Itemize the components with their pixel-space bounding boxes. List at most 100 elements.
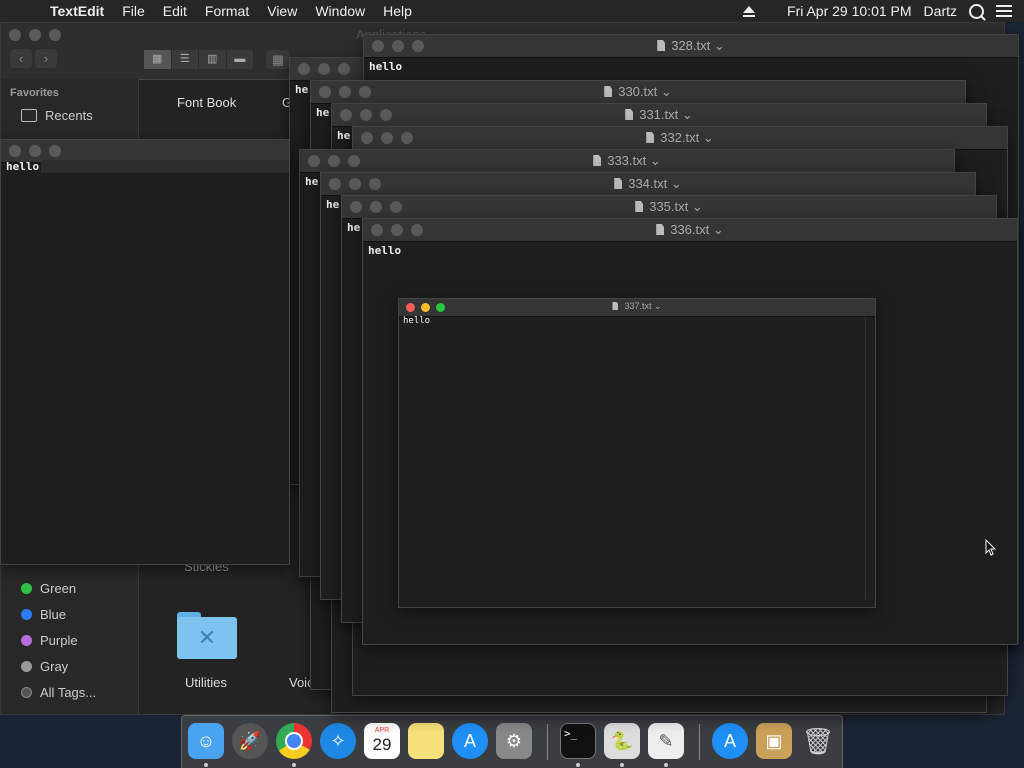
archive-utility-icon[interactable]: ▣ <box>756 723 792 759</box>
document-text[interactable]: he <box>316 106 329 119</box>
safari-icon[interactable]: ✧ <box>320 723 356 759</box>
window-title[interactable]: 337.txt ⌄ <box>399 301 875 312</box>
gallery-view-icon[interactable]: ▬ <box>227 50 254 69</box>
notes-icon[interactable] <box>408 723 444 759</box>
sidebar-all-tags[interactable]: All Tags... <box>21 685 96 700</box>
document-text[interactable]: he <box>305 175 318 188</box>
minimize-button[interactable] <box>29 145 41 157</box>
document-icon <box>614 178 623 189</box>
launchpad-icon[interactable]: 🚀 <box>232 723 268 759</box>
tag-dot-icon <box>21 609 32 620</box>
calendar-day: 29 <box>372 735 392 754</box>
running-indicator <box>664 763 668 767</box>
favorites-header: Favorites <box>10 87 59 99</box>
mouse-cursor-icon <box>985 539 997 556</box>
document-text[interactable]: hello <box>403 316 430 326</box>
view-switcher[interactable]: ▦ ☰ ▥ ▬ <box>144 50 254 69</box>
menu-user[interactable]: Dartz <box>924 3 957 19</box>
utilities-folder-icon[interactable]: ✕ <box>177 612 237 660</box>
document-text[interactable]: he <box>337 129 350 142</box>
chrome-icon[interactable] <box>276 723 312 759</box>
document-icon <box>604 86 613 97</box>
app-store-downloads-icon[interactable]: A <box>712 723 748 759</box>
sidebar-tag-gray[interactable]: Gray <box>21 659 68 674</box>
menu-window[interactable]: Window <box>315 3 365 19</box>
window-title[interactable]: 333.txt ⌄ <box>300 153 954 169</box>
window-title[interactable]: 328.txt ⌄ <box>364 38 1018 54</box>
window-title[interactable]: 334.txt ⌄ <box>321 176 975 192</box>
menu-file[interactable]: File <box>122 3 145 19</box>
dock-separator <box>547 724 548 760</box>
scrollbar[interactable] <box>865 317 866 599</box>
system-preferences-icon[interactable]: ⚙ <box>496 723 532 759</box>
sidebar-item-label: Blue <box>40 607 67 622</box>
dock-separator <box>699 724 700 760</box>
sidebar-item-label: Purple <box>40 633 78 648</box>
zoom-button[interactable] <box>49 145 61 157</box>
zoom-button[interactable] <box>49 29 61 41</box>
python-icon[interactable]: 🐍 <box>604 723 640 759</box>
menu-help[interactable]: Help <box>383 3 412 19</box>
close-button[interactable] <box>9 29 21 41</box>
document-text[interactable]: hello <box>369 60 402 73</box>
trash-icon[interactable]: 🗑 <box>800 723 836 759</box>
spotlight-search-icon[interactable] <box>969 3 984 19</box>
document-text[interactable]: he <box>295 83 308 96</box>
menu-app-name[interactable]: TextEdit <box>50 3 104 19</box>
document-icon <box>635 201 644 212</box>
document-text[interactable]: hello <box>6 160 39 173</box>
notification-center-icon[interactable] <box>996 5 1012 17</box>
column-view-icon[interactable]: ▥ <box>199 50 227 69</box>
document-icon <box>656 224 665 235</box>
close-button[interactable] <box>9 145 21 157</box>
textedit-window-left[interactable]: hello <box>0 139 290 565</box>
minimize-button[interactable] <box>29 29 41 41</box>
calendar-icon[interactable]: APR 29 <box>364 723 400 759</box>
calendar-month: APR <box>374 727 390 734</box>
forward-button[interactable]: › <box>35 49 57 68</box>
running-indicator <box>576 763 580 767</box>
running-indicator <box>620 763 624 767</box>
sidebar-tag-blue[interactable]: Blue <box>21 607 66 622</box>
document-icon <box>593 155 602 166</box>
icon-view-icon[interactable]: ▦ <box>144 50 172 69</box>
app-store-icon[interactable]: A <box>452 723 488 759</box>
clock-icon <box>21 109 37 122</box>
sidebar-tag-green[interactable]: Green <box>21 581 76 596</box>
menu-edit[interactable]: Edit <box>163 3 187 19</box>
sidebar-item-label: Recents <box>45 108 93 123</box>
list-view-icon[interactable]: ☰ <box>172 50 199 69</box>
sidebar-tag-purple[interactable]: Purple <box>21 633 78 648</box>
finder-icon[interactable]: ☺ <box>188 723 224 759</box>
tag-dot-icon <box>21 661 32 672</box>
terminal-icon[interactable]: >_ <box>560 723 596 759</box>
eject-icon[interactable] <box>743 5 756 17</box>
document-text[interactable]: he <box>326 198 339 211</box>
textedit-icon[interactable]: ✎ <box>648 723 684 759</box>
document-text[interactable]: hello <box>368 244 401 257</box>
tag-dot-icon <box>21 635 32 646</box>
file-font-book[interactable]: Font Book <box>177 95 236 110</box>
sidebar-item-label: All Tags... <box>40 685 97 700</box>
sidebar-item-label: Green <box>40 581 77 596</box>
file-utilities[interactable]: Utilities <box>185 675 227 690</box>
group-icon[interactable]: ▦ <box>266 50 290 69</box>
document-text[interactable]: he <box>347 221 360 234</box>
window-title[interactable]: 332.txt ⌄ <box>353 130 1007 146</box>
sidebar-item-recents[interactable]: Recents <box>21 108 93 123</box>
selection-line <box>41 160 289 173</box>
menu-clock[interactable]: Fri Apr 29 10:01 PM <box>787 3 912 19</box>
document-icon <box>625 109 634 120</box>
window-title[interactable]: 330.txt ⌄ <box>311 84 965 100</box>
menu-format[interactable]: Format <box>205 3 249 19</box>
window-title[interactable]: 336.txt ⌄ <box>363 222 1017 238</box>
sidebar-item-label: Gray <box>40 659 69 674</box>
window-title[interactable]: 335.txt ⌄ <box>342 199 996 215</box>
dock: ☺ 🚀 ✧ APR 29 A ⚙ >_ 🐍 ✎ A ▣ 🗑 <box>181 715 843 768</box>
document-icon <box>646 132 655 143</box>
window-title[interactable]: 331.txt ⌄ <box>332 107 986 123</box>
textedit-window-337[interactable]: 337.txt ⌄ hello <box>398 298 876 608</box>
tag-dot-icon <box>21 583 32 594</box>
menu-view[interactable]: View <box>267 3 297 19</box>
back-button[interactable]: ‹ <box>10 49 32 68</box>
